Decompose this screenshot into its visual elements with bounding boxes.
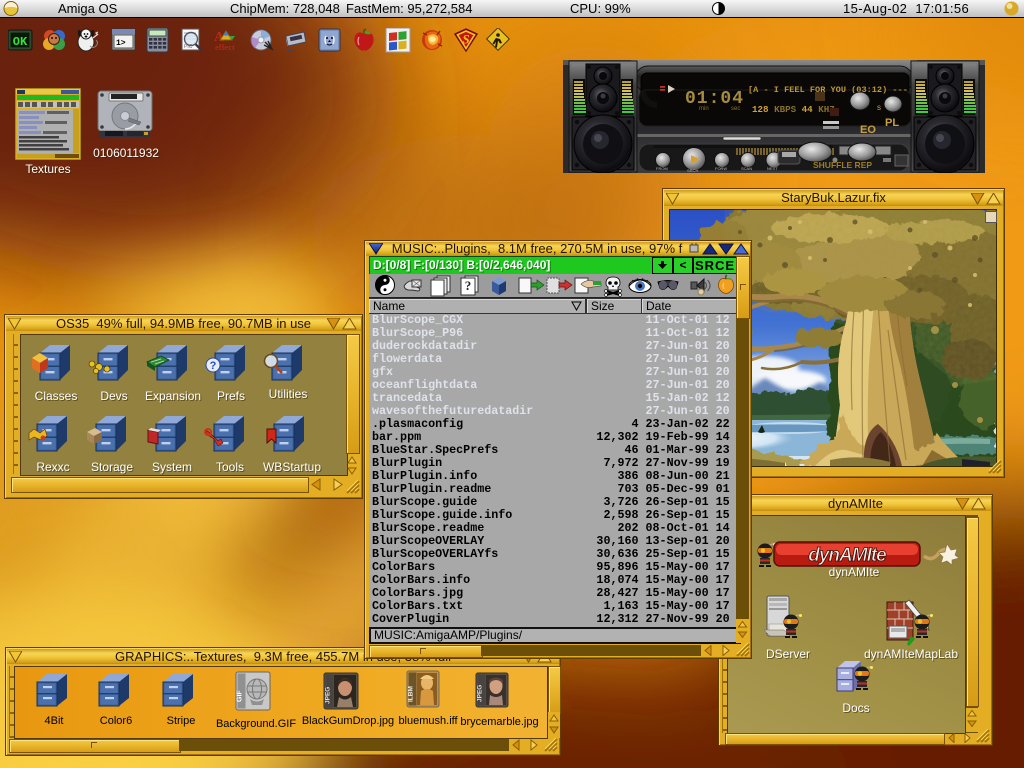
svg-text:OK: OK — [13, 35, 28, 49]
svg-text:SHUFFLE REP: SHUFFLE REP — [813, 160, 872, 170]
svg-text:dynAMIte: dynAMIte — [808, 545, 887, 566]
svg-text:?: ? — [210, 360, 217, 372]
svg-text:sec: sec — [731, 106, 740, 112]
svg-text:128 KBPS 44 KHZ: 128 KBPS 44 KHZ — [752, 104, 835, 115]
svg-text:SCAN: SCAN — [741, 166, 752, 171]
svg-text:ILBM: ILBM — [408, 686, 415, 702]
svg-text:min: min — [699, 106, 709, 112]
svg-text:GIF: GIF — [237, 690, 244, 702]
svg-text:PL: PL — [885, 117, 899, 129]
svg-text:SRCH: SRCH — [687, 168, 698, 173]
svg-text:FORW: FORW — [715, 166, 727, 171]
svg-text:FROM: FROM — [656, 166, 668, 171]
svg-text:S: S — [462, 32, 469, 47]
svg-text:?: ? — [465, 278, 472, 293]
svg-text:[A - I FEEL FOR YOU (03:12) --: [A - I FEEL FOR YOU (03:12) --- — [748, 85, 908, 95]
svg-text:NEXT: NEXT — [767, 166, 778, 171]
svg-text:JPEG: JPEG — [325, 687, 332, 704]
svg-text:JPEG: JPEG — [477, 685, 484, 702]
svg-text:effect: effect — [215, 42, 235, 52]
svg-text:1>: 1> — [116, 39, 126, 48]
svg-text:s: s — [877, 103, 881, 112]
svg-text:PIC: PIC — [184, 44, 193, 50]
